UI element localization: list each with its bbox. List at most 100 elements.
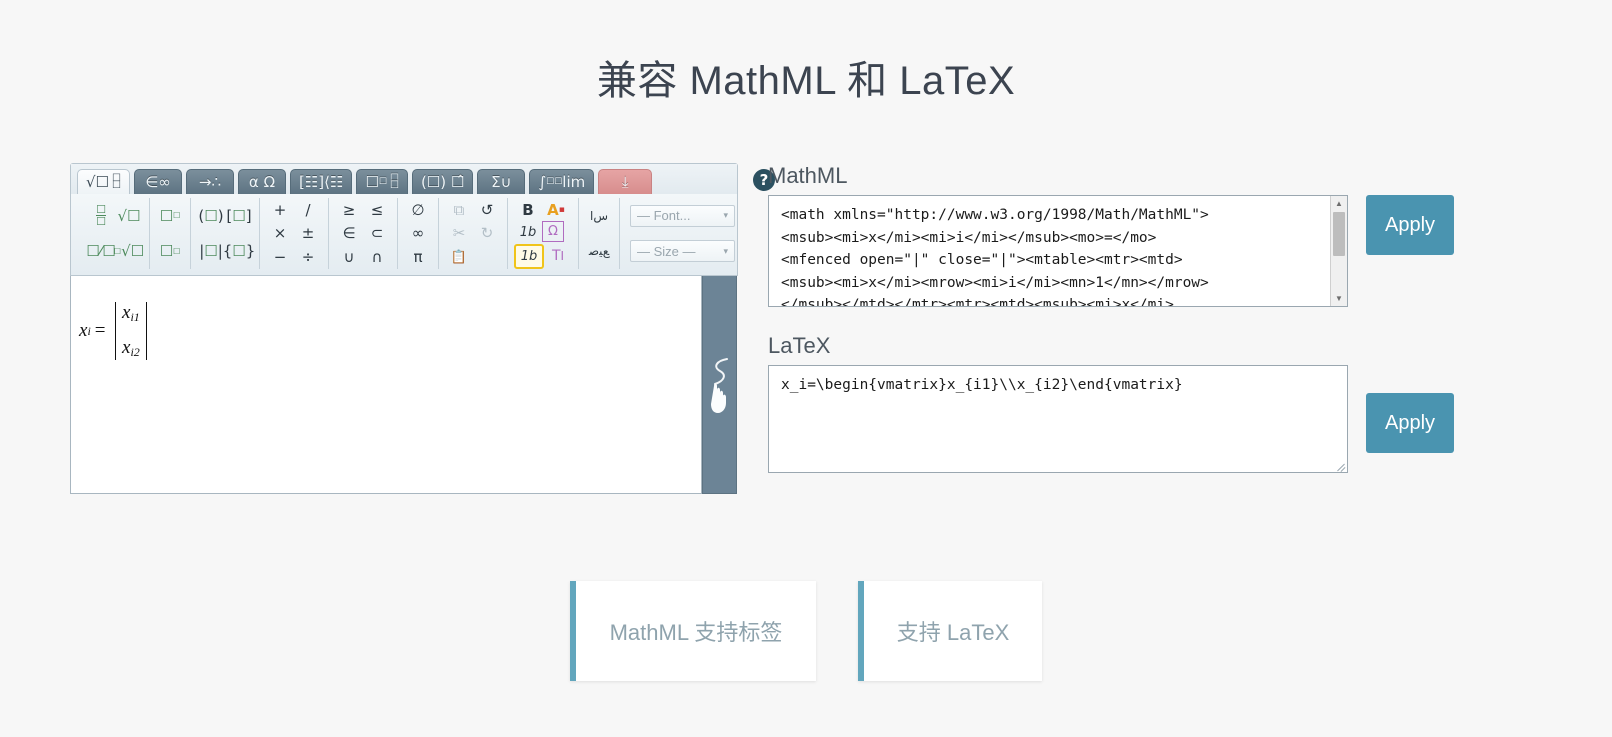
card-mathml-label: MathML 支持标签 (609, 620, 783, 645)
subscript-button[interactable]: ☐ ☐ (156, 240, 184, 263)
tab-arrows[interactable]: →∴ (185, 169, 234, 194)
intersection-button[interactable]: ∩ (363, 246, 391, 269)
formula-matrix: xi1 xi2 (114, 302, 148, 360)
infinity-button[interactable]: ∞ (404, 222, 432, 245)
tab-scripts[interactable]: ☐ ☐ ☐ ☐ (356, 169, 408, 194)
tab-decoration[interactable]: (☐) ☐̂ (411, 169, 474, 194)
parentheses-button[interactable]: (☐) (197, 204, 225, 227)
less-equal-button[interactable]: ≤ (363, 198, 391, 221)
square-bracket-button[interactable]: [☐] (225, 204, 253, 227)
paste-icon[interactable]: 📋 (445, 246, 473, 269)
slash-button[interactable]: / (294, 198, 322, 221)
group-format: B A ▪ 1b Ω 1b TI (507, 198, 578, 269)
tab-export[interactable]: ⤓ (598, 169, 653, 194)
redo-icon[interactable]: ↻ (473, 222, 501, 245)
tab-greek[interactable]: α Ω (237, 169, 286, 194)
tab-basic[interactable]: √☐ ☐ ☐ (77, 169, 130, 194)
matrix-cell: xi1 (122, 302, 140, 324)
editor-canvas-row: xi = xi1 xi2 (70, 276, 738, 494)
group-operators: + / × ± − ÷ (259, 198, 328, 269)
panel-resize-handle[interactable] (702, 276, 737, 494)
divide-button[interactable]: ÷ (294, 246, 322, 269)
empty-set-button[interactable]: ∅ (404, 198, 432, 221)
scroll-down-icon[interactable]: ▼ (1331, 291, 1347, 306)
scrollbar-thumb[interactable] (1333, 212, 1345, 256)
arabic-rtl-icon[interactable]: ﻊﻴﺻ (585, 240, 613, 263)
nth-root-button[interactable]: ☐ √☐ (114, 240, 144, 263)
absolute-value-button[interactable]: | ☐ | (197, 240, 225, 263)
page-title: 兼容 MathML 和 LaTeX (596, 59, 1016, 103)
group-symbols: ∅ ∞ π (397, 198, 438, 269)
editor-toolbar: √☐ ☐ ☐ ∈∞ →∴ α Ω [☷]⟨☷ ☐ ☐ ☐ ☐ (☐) ☐̂ Σ∪ ∫ ☐ ☐… (70, 163, 775, 276)
latex-apply-button[interactable]: Apply (1366, 393, 1454, 453)
formula-canvas[interactable]: xi = xi1 xi2 (70, 276, 702, 494)
group-fractions-roots: ☐ ☐ √☐ ☐⁄☐ ☐ √☐ (81, 198, 149, 269)
italic-button[interactable]: 1b (514, 221, 542, 244)
font-select[interactable]: — Font... ▾ (630, 204, 735, 227)
curly-bracket-button[interactable]: {☐} (223, 240, 256, 263)
square-root-button[interactable]: √☐ (115, 204, 143, 227)
textarea-resize-grip[interactable] (1334, 459, 1346, 471)
equation-editor: √☐ ☐ ☐ ∈∞ →∴ α Ω [☷]⟨☷ ☐ ☐ ☐ ☐ (☐) ☐̂ Σ∪ ∫ ☐ ☐… (70, 163, 775, 494)
latex-label: LaTeX (768, 333, 831, 358)
card-latex[interactable]: 支持 LaTeX (858, 581, 1042, 681)
card-mathml[interactable]: MathML 支持标签 (570, 581, 816, 681)
minus-button[interactable]: − (266, 246, 294, 269)
subset-button[interactable]: ⊂ (363, 222, 391, 245)
mathml-textarea-value: <math xmlns="http://www.w3.org/1998/Math… (781, 207, 1209, 307)
toolbar-tab-row: √☐ ☐ ☐ ∈∞ →∴ α Ω [☷]⟨☷ ☐ ☐ ☐ ☐ (☐) ☐̂ Σ∪ ∫ ☐ ☐… (71, 164, 737, 194)
mathml-scrollbar[interactable]: ▲ ▼ (1330, 196, 1347, 306)
markup-panel: MathML <math xmlns="http://www.w3.org/19… (768, 163, 1454, 473)
tab-matrix[interactable]: [☷]⟨☷ (289, 169, 353, 194)
feature-cards: MathML 支持标签 支持 LaTeX (0, 581, 1612, 681)
plus-button[interactable]: + (266, 198, 294, 221)
arabic-ltr-icon[interactable]: ﺱﺍ (585, 204, 613, 227)
union-button[interactable]: ∪ (335, 246, 363, 269)
superscript-button[interactable]: ☐ ☐ (156, 204, 184, 227)
formula-variable-sub: i (87, 323, 91, 338)
tab-calculus[interactable]: ∫ ☐ ☐ lim (529, 169, 595, 194)
tab-sets[interactable]: ∈∞ (133, 169, 182, 194)
text-style-button[interactable]: TI (544, 244, 572, 267)
mathml-label: MathML (768, 163, 848, 188)
plusminus-button[interactable]: ± (294, 222, 322, 245)
bold-button[interactable]: B (514, 198, 542, 221)
symbol-button[interactable]: Ω (542, 221, 564, 242)
size-select[interactable]: — Size — ▾ (630, 240, 735, 263)
fraction-stacked-button[interactable]: ☐ ☐ (87, 204, 115, 227)
group-rtl: ﺱﺍ ﻊﻴﺻ (578, 198, 619, 269)
group-clipboard: ⧉ ↺ ✂ ↻ 📋 (438, 198, 507, 269)
latex-textarea-value: x_i=\begin{vmatrix}x_{i1}\\x_{i2}\end{vm… (781, 377, 1183, 393)
mathml-textarea[interactable]: <math xmlns="http://www.w3.org/1998/Math… (768, 195, 1348, 307)
mathml-row: <math xmlns="http://www.w3.org/1998/Math… (768, 195, 1454, 307)
group-relations: ≥ ≤ ∈ ⊂ ∪ ∩ (328, 198, 397, 269)
chevron-down-icon: ▾ (723, 245, 728, 256)
element-of-button[interactable]: ∈ (335, 222, 363, 245)
fraction-slash-button[interactable]: ☐⁄☐ (86, 240, 115, 263)
scroll-up-icon[interactable]: ▲ (1331, 196, 1347, 211)
drag-hand-icon (710, 357, 728, 413)
toolbar-buttons: ☐ ☐ √☐ ☐⁄☐ ☐ √☐ ☐ ☐ ☐ ☐ (☐) [☐] | ☐ | {… (71, 194, 737, 275)
math-style-button[interactable]: 1b (514, 244, 544, 269)
pi-button[interactable]: π (404, 246, 432, 269)
matrix-column: xi1 xi2 (116, 302, 146, 360)
times-button[interactable]: × (266, 222, 294, 245)
card-latex-label: 支持 LaTeX (896, 620, 1010, 645)
matrix-cell: xi2 (122, 337, 140, 359)
rendered-formula: xi = xi1 xi2 (79, 302, 148, 360)
size-select-value: — Size — (637, 243, 696, 259)
formula-variable: x (79, 320, 88, 341)
formula-equals: = (94, 320, 106, 341)
latex-row: x_i=\begin{vmatrix}x_{i1}\\x_{i2}\end{vm… (768, 365, 1454, 473)
clipboard-spacer (473, 246, 501, 269)
tab-operators[interactable]: Σ∪ (477, 169, 526, 194)
copy-icon[interactable]: ⧉ (445, 198, 473, 221)
font-select-value: — Font... (637, 208, 691, 224)
chevron-down-icon: ▾ (723, 210, 728, 221)
undo-icon[interactable]: ↺ (473, 198, 501, 221)
latex-textarea[interactable]: x_i=\begin{vmatrix}x_{i1}\\x_{i2}\end{vm… (768, 365, 1348, 473)
greater-equal-button[interactable]: ≥ (335, 198, 363, 221)
cut-icon[interactable]: ✂ (445, 222, 473, 245)
mathml-apply-button[interactable]: Apply (1366, 195, 1454, 255)
text-color-icon[interactable]: A ▪ (542, 198, 570, 221)
